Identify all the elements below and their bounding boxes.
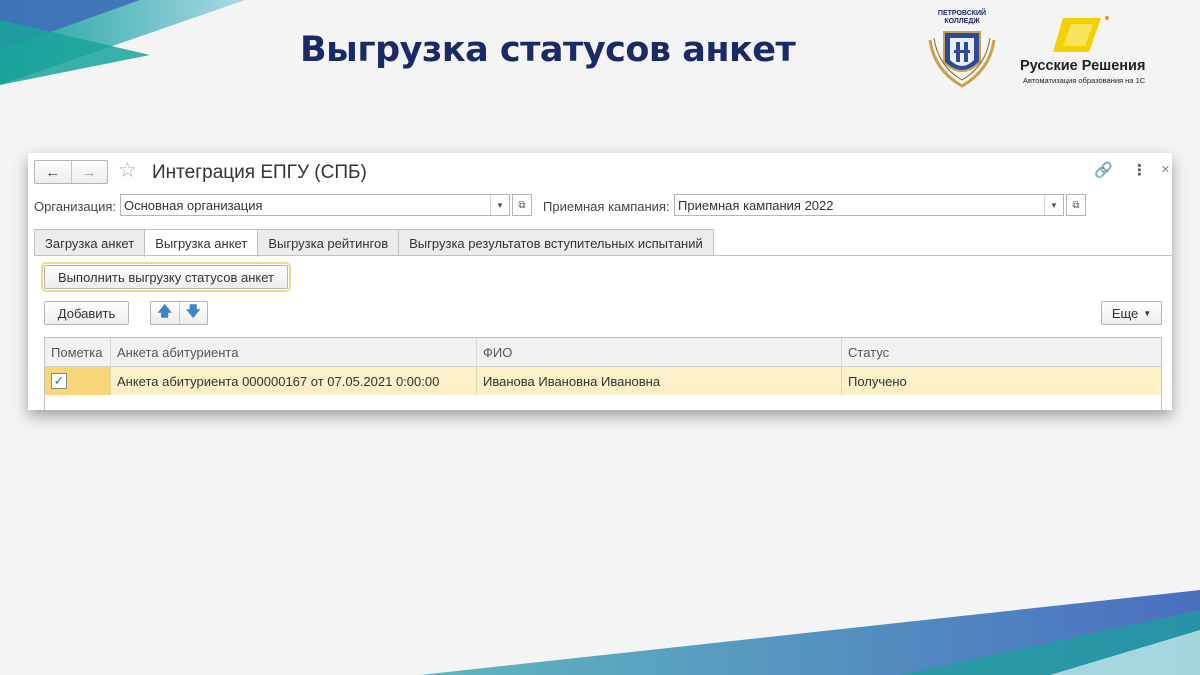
arrow-up-icon[interactable]: 🡅 (151, 302, 179, 324)
add-button[interactable]: Добавить (44, 301, 129, 325)
tab-export-exam-results[interactable]: Выгрузка результатов вступительных испыт… (398, 229, 714, 256)
organization-field[interactable]: Основная организация ▼ (120, 194, 510, 216)
tab-bar: Загрузка анкет Выгрузка анкет Выгрузка р… (34, 229, 714, 257)
chevron-down-icon: ▼ (1143, 308, 1152, 318)
star-icon[interactable]: ☆ (118, 159, 137, 183)
move-buttons: 🡅 🡇 (150, 301, 208, 325)
college-crest-icon (928, 31, 996, 88)
table-row[interactable]: ✓ Анкета абитуриента 000000167 от 07.05.… (45, 367, 1161, 395)
navigation-buttons: ← → (34, 160, 108, 184)
tab-upload-forms[interactable]: Загрузка анкет (34, 229, 146, 256)
execute-export-button[interactable]: Выполнить выгрузку статусов анкет (41, 262, 291, 292)
slide-title: Выгрузка статусов анкет (300, 30, 796, 70)
column-header-mark[interactable]: Пометка (45, 338, 111, 366)
chevron-down-icon[interactable]: ▼ (490, 195, 509, 215)
arrow-left-icon[interactable]: ← (35, 161, 71, 183)
organization-open-button[interactable]: ⧉ (512, 194, 532, 216)
column-header-name[interactable]: ФИО (477, 338, 842, 366)
arrow-right-icon[interactable]: → (70, 161, 108, 183)
forms-table: Пометка Анкета абитуриента ФИО Статус ✓ … (44, 337, 1162, 410)
column-header-status[interactable]: Статус (842, 338, 1161, 366)
brand-tagline: Автоматизация образования на 1С (1023, 76, 1146, 85)
link-icon[interactable]: 🔗 (1094, 161, 1113, 179)
campaign-open-button[interactable]: ⧉ (1066, 194, 1086, 216)
tab-divider (34, 255, 1172, 256)
table-header: Пометка Анкета абитуриента ФИО Статус (45, 338, 1161, 367)
campaign-value: Приемная кампания 2022 (678, 198, 834, 213)
mark-cell: ✓ (45, 367, 111, 395)
tab-export-ratings[interactable]: Выгрузка рейтингов (257, 229, 400, 256)
arrow-down-icon[interactable]: 🡇 (178, 302, 208, 324)
campaign-field[interactable]: Приемная кампания 2022 ▼ (674, 194, 1064, 216)
close-icon[interactable]: × (1161, 161, 1170, 178)
brand-shape-icon (1053, 16, 1109, 52)
tab-export-forms[interactable]: Выгрузка анкет (144, 229, 259, 257)
name-cell: Иванова Ивановна Ивановна (477, 367, 842, 395)
status-cell: Получено (848, 373, 907, 389)
column-header-form[interactable]: Анкета абитуриента (111, 338, 477, 366)
organization-label: Организация: (34, 199, 117, 214)
mark-checkbox[interactable]: ✓ (51, 373, 67, 389)
window-title: Интеграция ЕПГУ (СПБ) (152, 162, 367, 183)
form-cell: Анкета абитуриента 000000167 от 07.05.20… (111, 367, 477, 395)
brand-logo: Русские Решения Автоматизация образовани… (1015, 14, 1150, 89)
more-button-label: Еще (1111, 305, 1139, 321)
more-button[interactable]: Еще ▼ (1101, 301, 1162, 325)
brand-name: Русские Решения (1020, 58, 1146, 74)
more-icon[interactable]: ⋮ (1132, 161, 1147, 179)
chevron-down-icon[interactable]: ▼ (1044, 195, 1063, 215)
campaign-label: Приемная кампания: (543, 199, 670, 214)
college-logo: ПЕТРОВСКИЙ КОЛЛЕДЖ (922, 10, 1002, 92)
organization-value: Основная организация (124, 198, 263, 213)
integration-window: ← → ☆ Интеграция ЕПГУ (СПБ) 🔗 ⋮ × Органи… (28, 153, 1172, 410)
